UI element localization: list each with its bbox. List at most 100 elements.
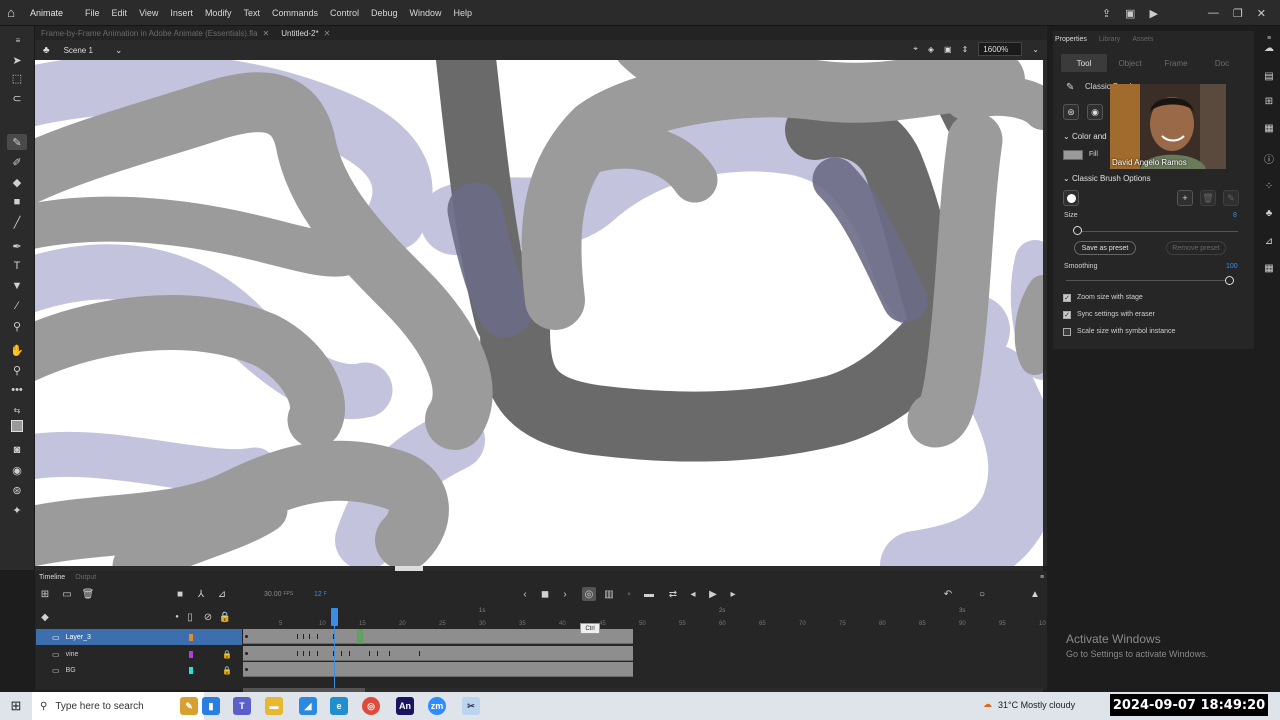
next-keyframe-icon[interactable]: › [558, 587, 572, 601]
current-frame[interactable]: 12 [314, 591, 322, 598]
lock-icon[interactable]: 🔒 [222, 650, 232, 659]
outline-icon[interactable]: ▯ [183, 610, 197, 624]
menu-control[interactable]: Control [324, 8, 365, 18]
snap-icon[interactable]: ◉ [7, 462, 27, 478]
fps-value[interactable]: 30.00 [264, 591, 282, 598]
brush-mode-icon[interactable]: ⊛ [1063, 104, 1079, 120]
tab-assets[interactable]: Assets [1132, 36, 1153, 43]
smoothing-slider-knob[interactable] [1225, 276, 1234, 285]
brush-tool-icon[interactable]: ✎ [7, 134, 27, 150]
layer-row-vine[interactable]: ▭ vine 🔒 [36, 646, 242, 662]
tab-properties[interactable]: Properties [1055, 36, 1087, 43]
delete-layer-icon[interactable]: 🗑 [81, 587, 95, 601]
paint-bucket-icon[interactable]: ▼ [7, 278, 27, 294]
lock-icon[interactable]: 🔒 [222, 666, 232, 675]
file-explorer-icon[interactable]: ▬ [265, 697, 283, 715]
menu-debug[interactable]: Debug [365, 8, 404, 18]
edge-icon[interactable]: e [330, 697, 348, 715]
stage-vertical-scrollbar[interactable] [1043, 60, 1047, 566]
more-tools-icon[interactable]: ••• [7, 382, 27, 398]
snipping-tool-icon[interactable]: ✂ [462, 697, 480, 715]
weather-widget[interactable]: ☁ 31°C Mostly cloudy [983, 699, 1075, 710]
lock-icon[interactable]: 🔒 [218, 610, 232, 624]
tab-untitled-2[interactable]: Untitled-2* ✕ [275, 29, 336, 38]
size-slider-knob[interactable] [1073, 226, 1082, 235]
animate-icon[interactable]: An [396, 697, 414, 715]
zoom-tool-icon[interactable]: ⚲ [7, 362, 27, 378]
graph-icon[interactable]: ⊿ [1261, 234, 1277, 248]
smoothing-icon[interactable]: ✦ [7, 502, 27, 518]
grid-panel-icon[interactable]: ⊞ [1261, 94, 1277, 108]
edit-symbol-icon[interactable]: ◈ [928, 45, 934, 54]
object-drawing-icon[interactable]: ◙ [7, 442, 27, 458]
subtab-doc[interactable]: Doc [1199, 54, 1245, 72]
stage-canvas[interactable] [35, 60, 1043, 566]
camera-icon[interactable]: ■ [173, 587, 187, 601]
tab-frame-by-frame[interactable]: Frame-by-Frame Animation in Adobe Animat… [35, 29, 275, 38]
eyedropper-icon[interactable]: ⁄ [7, 298, 27, 314]
remove-preset-button[interactable]: Remove preset [1166, 241, 1226, 255]
layer3-frames[interactable] [243, 629, 633, 644]
vine-frames[interactable] [243, 646, 633, 661]
smoothing-value[interactable]: 100 [1226, 263, 1238, 270]
minimize-icon[interactable]: — [1208, 7, 1219, 19]
test-movie-icon[interactable]: ▶ [1149, 7, 1157, 20]
new-folder-icon[interactable]: ▭ [60, 587, 74, 601]
menu-edit[interactable]: Edit [106, 8, 134, 18]
share-icon[interactable]: ⇪ [1102, 7, 1111, 20]
undo-icon[interactable]: ↶ [941, 587, 955, 601]
smoothing-slider-track[interactable] [1066, 280, 1231, 281]
tab-output[interactable]: Output [75, 574, 96, 581]
chrome-icon[interactable]: ◎ [362, 697, 380, 715]
zoom-app-icon[interactable]: zm [428, 697, 446, 715]
restore-icon[interactable]: ❐ [1233, 7, 1243, 20]
text-tool-icon[interactable]: T [7, 258, 27, 274]
highlight-dot-icon[interactable]: ● [170, 610, 184, 624]
brush-shape-icon[interactable]: ◉ [1087, 104, 1103, 120]
layer-parenting-icon[interactable]: ⅄ [194, 587, 208, 601]
store-icon[interactable]: ◢ [299, 697, 317, 715]
color-section-header[interactable]: ⌄ Color and [1063, 132, 1107, 141]
menu-modify[interactable]: Modify [199, 8, 238, 18]
swatches-icon[interactable]: ▦ [1261, 261, 1277, 275]
prev-keyframe-icon[interactable]: ‹ [518, 587, 532, 601]
brush-shape-icon[interactable]: ⊛ [7, 482, 27, 498]
taskbar-search[interactable]: ⚲ Type here to search [32, 692, 204, 720]
graph-icon[interactable]: ⊿ [215, 587, 229, 601]
menu-view[interactable]: View [133, 8, 164, 18]
sync-eraser-checkbox[interactable]: ✓ [1063, 311, 1071, 319]
chevron-down-icon[interactable]: ⌄ [1032, 45, 1039, 54]
zoom-slider-knob[interactable]: ○ [975, 587, 989, 601]
onion-skin-icon[interactable]: ◎ [582, 587, 596, 601]
menu-commands[interactable]: Commands [266, 8, 324, 18]
menu-file[interactable]: File [79, 8, 106, 18]
subtab-object[interactable]: Object [1107, 54, 1153, 72]
clip-icon[interactable]: ▣ [944, 45, 952, 54]
close-tab-icon[interactable]: ✕ [263, 29, 270, 38]
layer-color-swatch[interactable] [189, 666, 193, 674]
panel-menu-icon[interactable]: ≡ [1035, 570, 1049, 584]
selection-tool-icon[interactable]: ➤ [7, 52, 27, 68]
pen-tool-icon[interactable]: ✒ [7, 238, 27, 254]
close-tab-icon[interactable]: ✕ [324, 29, 331, 38]
tab-library[interactable]: Library [1099, 36, 1120, 43]
clip-icon[interactable]: ▬ [642, 587, 656, 601]
brush-options-header[interactable]: ⌄ Classic Brush Options [1063, 174, 1151, 183]
edit-multiple-frames-icon[interactable]: ▥ [602, 587, 616, 601]
center-stage-icon[interactable]: ⌖ [913, 44, 918, 54]
layer-row-layer3[interactable]: ▭ Layer_3 [36, 629, 242, 645]
teams-icon[interactable]: T [233, 697, 251, 715]
size-slider-track[interactable] [1078, 231, 1238, 232]
home-icon[interactable]: ⌂ [0, 0, 22, 26]
save-as-preset-button[interactable]: Save as preset [1074, 241, 1136, 255]
windows-start-icon[interactable]: ⊞ [0, 692, 32, 720]
zoom-field[interactable]: 1600% [978, 42, 1023, 56]
hand-tool-icon[interactable]: ✋ [7, 342, 27, 358]
subtab-tool[interactable]: Tool [1061, 54, 1107, 72]
workspace-icon[interactable]: ▣ [1125, 7, 1135, 20]
menu-window[interactable]: Window [404, 8, 448, 18]
task-view-icon[interactable]: ▮ [202, 697, 220, 715]
menu-help[interactable]: Help [448, 8, 479, 18]
add-icon[interactable]: + [1177, 190, 1193, 206]
step-back-icon[interactable]: ◂ [686, 587, 700, 601]
